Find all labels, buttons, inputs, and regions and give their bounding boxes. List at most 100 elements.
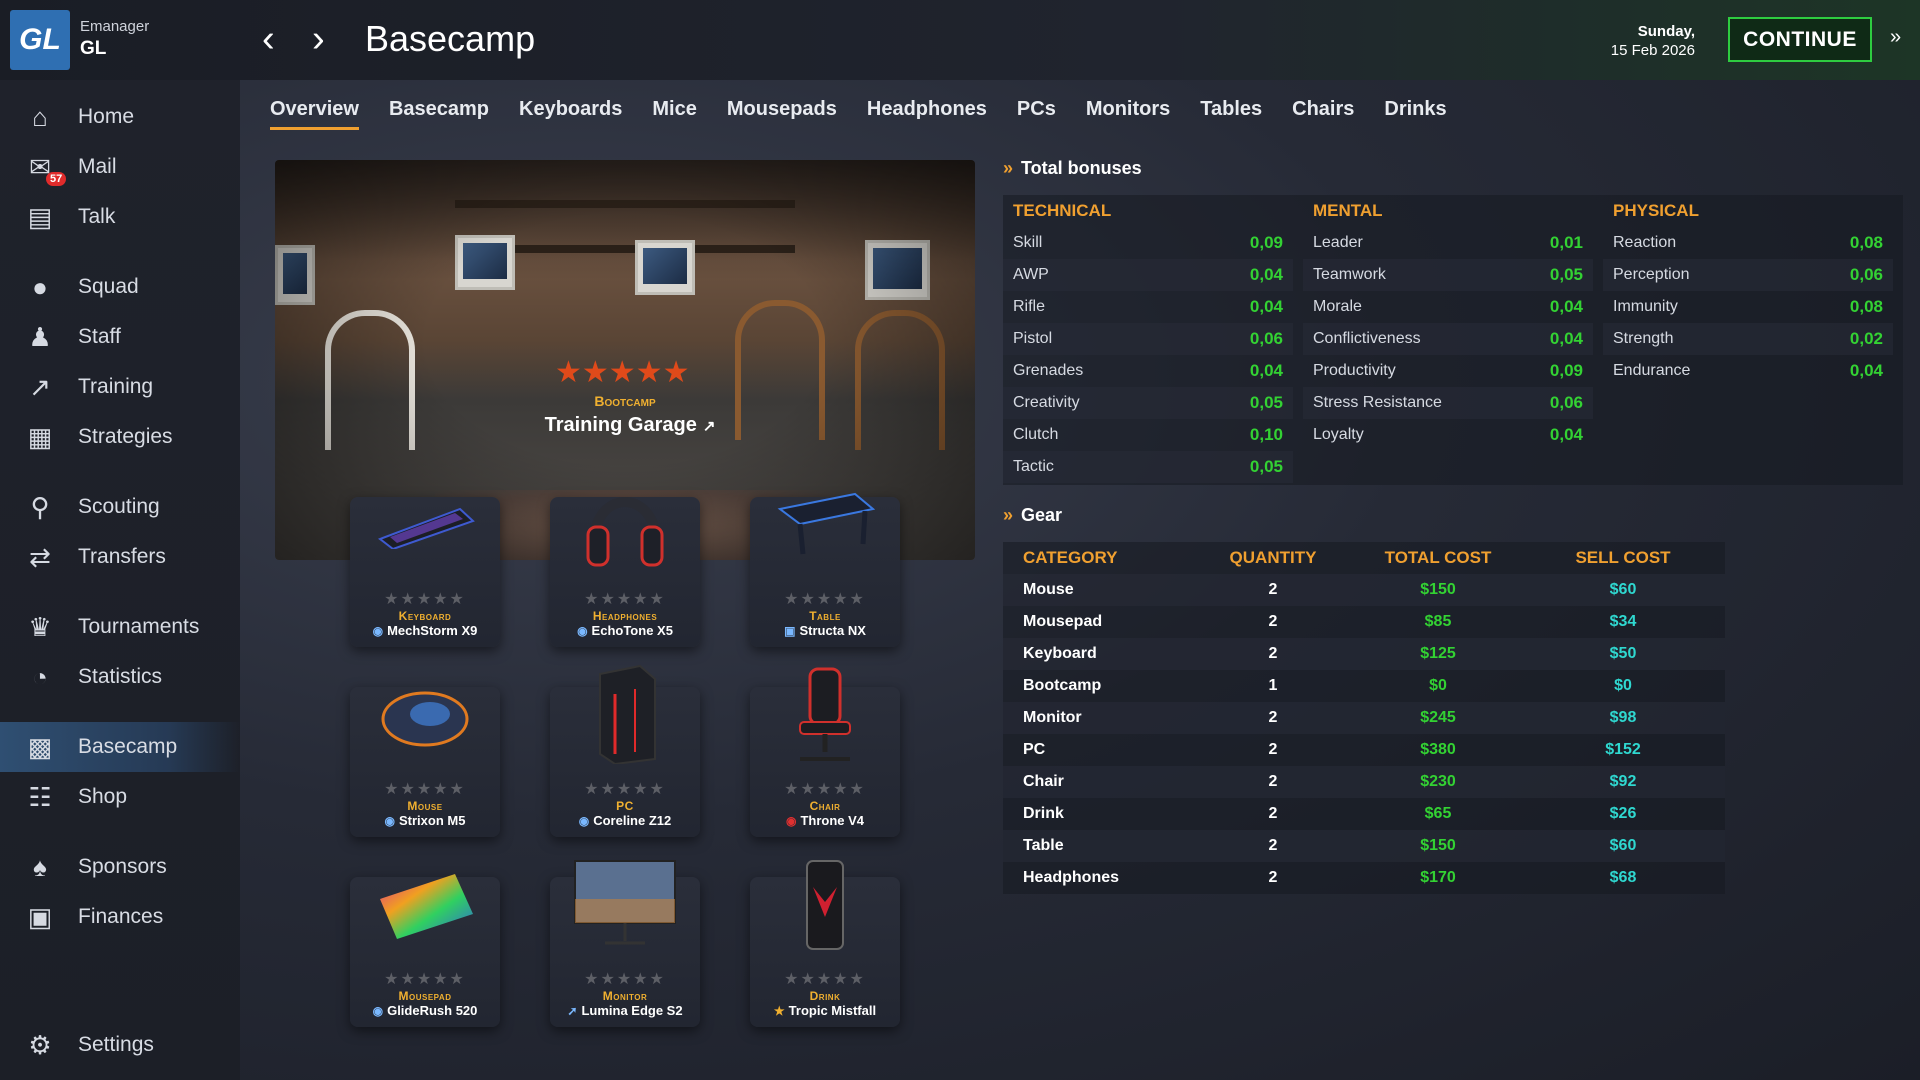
- bonus-value: 0,09: [1249, 233, 1283, 252]
- sidebar-item-settings[interactable]: ⚙ Settings: [0, 1020, 240, 1070]
- brand-icon: ◉: [384, 814, 395, 828]
- bonus-value: 0,04: [1549, 297, 1583, 316]
- total-cost-cell: $0: [1429, 677, 1447, 694]
- chevron-right-icon: »: [1003, 505, 1014, 525]
- sidebar-item-training[interactable]: ↗ Training: [0, 362, 240, 412]
- bonus-row: Leader 0,01: [1303, 227, 1593, 259]
- continue-button[interactable]: CONTINUE: [1728, 17, 1872, 62]
- briefcase-icon: ▣: [27, 901, 53, 932]
- gear-card-monitor[interactable]: ★★★★★ Monitor ➚ Lumina Edge S2: [550, 860, 700, 1027]
- tab-pcs[interactable]: PCs: [1017, 98, 1056, 130]
- tab-monitors[interactable]: Monitors: [1086, 98, 1170, 130]
- tab-tables[interactable]: Tables: [1200, 98, 1262, 130]
- header-sell-cost[interactable]: SELL COST: [1523, 548, 1723, 568]
- gear-card-chair[interactable]: ★★★★★ Chair ◉ Throne V4: [750, 667, 900, 837]
- bonus-row: Reaction 0,08: [1603, 227, 1893, 259]
- card-type: Keyboard: [398, 609, 452, 623]
- brand-icon: ★: [773, 1004, 785, 1018]
- gear-icon: ⚙: [28, 1029, 52, 1060]
- keyboard-icon: [370, 479, 480, 569]
- header-category[interactable]: CATEGORY: [1003, 548, 1193, 568]
- gear-card-mousepad[interactable]: ★★★★★ Mousepad ◉ GlideRush 520: [350, 874, 500, 1027]
- sidebar-item-home[interactable]: ⌂ Home: [0, 92, 240, 142]
- tab-drinks[interactable]: Drinks: [1384, 98, 1446, 130]
- sidebar-label: Statistics: [78, 665, 163, 688]
- bonus-value: 0,04: [1549, 425, 1583, 444]
- table-row[interactable]: Table 2 $150 $60: [1003, 830, 1725, 862]
- column-heading: PHYSICAL: [1613, 201, 1699, 220]
- bonus-attribute: Stress Resistance: [1313, 394, 1442, 411]
- bonus-value: 0,10: [1249, 425, 1283, 444]
- card-stars: ★★★★★: [584, 591, 666, 608]
- tab-overview[interactable]: Overview: [270, 98, 359, 130]
- card-name: ◉ EchoTone X5: [550, 623, 700, 638]
- sidebar-item-statistics[interactable]: ◔ Statistics: [0, 652, 240, 702]
- tab-headphones[interactable]: Headphones: [867, 98, 987, 130]
- table-row[interactable]: Bootcamp 1 $0 $0: [1003, 670, 1725, 702]
- total-cost-cell: $150: [1420, 837, 1456, 854]
- tab-mousepads[interactable]: Mousepads: [727, 98, 837, 130]
- external-link-icon[interactable]: ↗: [703, 418, 716, 435]
- sidebar-item-squad[interactable]: ● Squad: [0, 262, 240, 312]
- forward-arrow-icon[interactable]: ›: [312, 18, 325, 60]
- category-cell: Bootcamp: [1023, 677, 1102, 694]
- sidebar-item-finances[interactable]: ▣ Finances: [0, 892, 240, 942]
- bonus-attribute: Immunity: [1613, 298, 1678, 315]
- table-row[interactable]: Headphones 2 $170 $68: [1003, 862, 1725, 894]
- sidebar-item-shop[interactable]: ☷ Shop: [0, 772, 240, 822]
- table-row[interactable]: Keyboard 2 $125 $50: [1003, 638, 1725, 670]
- sidebar-item-tournaments[interactable]: ♛ Tournaments: [0, 602, 240, 652]
- table-row[interactable]: Chair 2 $230 $92: [1003, 766, 1725, 798]
- gear-card-pc[interactable]: ★★★★★ PC ◉ Coreline Z12: [550, 664, 700, 837]
- card-name: ➚ Lumina Edge S2: [550, 1003, 700, 1018]
- table-row[interactable]: Mousepad 2 $85 $34: [1003, 606, 1725, 638]
- gear-card-table[interactable]: ★★★★★ Table ▣ Structa NX: [750, 492, 900, 647]
- header-total-cost[interactable]: TOTAL COST: [1353, 548, 1523, 568]
- tab-mice[interactable]: Mice: [652, 98, 696, 130]
- card-name-label: Strixon M5: [399, 813, 466, 828]
- gear-card-headphones[interactable]: ★★★★★ Headphones ◉ EchoTone X5: [550, 496, 700, 647]
- table-row[interactable]: Drink 2 $65 $26: [1003, 798, 1725, 830]
- bonus-row: Morale 0,04: [1303, 291, 1593, 323]
- tab-basecamp[interactable]: Basecamp: [389, 98, 489, 130]
- quantity-cell: 2: [1268, 581, 1278, 598]
- bonus-row: Strength 0,02: [1603, 323, 1893, 355]
- manager-name: Emanager: [80, 18, 150, 35]
- sidebar-label: Shop: [78, 785, 128, 808]
- gear-card-drink[interactable]: ★★★★★ Drink ★ Tropic Mistfall: [750, 859, 900, 1027]
- tab-chairs[interactable]: Chairs: [1292, 98, 1354, 130]
- total-cost-cell: $85: [1424, 613, 1452, 630]
- card-name: ◉ MechStorm X9: [350, 623, 500, 638]
- back-arrow-icon[interactable]: ‹: [262, 18, 275, 60]
- sidebar-item-sponsors[interactable]: ♠ Sponsors: [0, 842, 240, 892]
- pc-icon: [570, 664, 680, 764]
- sidebar-item-mail[interactable]: ✉ 57 Mail: [0, 142, 240, 192]
- total-cost-cell: $125: [1420, 645, 1456, 662]
- sidebar-item-strategies[interactable]: ▦ Strategies: [0, 412, 240, 462]
- sidebar-item-basecamp[interactable]: ▩ Basecamp: [0, 722, 240, 772]
- sidebar-item-talk[interactable]: ▤ Talk: [0, 192, 240, 242]
- table-row[interactable]: Monitor 2 $245 $98: [1003, 702, 1725, 734]
- gear-table: CATEGORY QUANTITY TOTAL COST SELL COST M…: [1003, 542, 1725, 894]
- gear-card-keyboard[interactable]: ★★★★★ Keyboard ◉ MechStorm X9: [350, 497, 500, 647]
- card-type: Mousepad: [398, 989, 452, 1003]
- sell-cost-cell: $0: [1614, 677, 1632, 694]
- mental-rows: Leader 0,01 Teamwork 0,05 Morale 0,04 Conflict…: [1303, 227, 1593, 451]
- bonus-row: Endurance 0,04: [1603, 355, 1893, 387]
- sidebar-item-transfers[interactable]: ⇄ Transfers: [0, 532, 240, 582]
- tab-keyboards[interactable]: Keyboards: [519, 98, 622, 130]
- header-quantity[interactable]: QUANTITY: [1193, 548, 1353, 568]
- bonus-attribute: Loyalty: [1313, 426, 1364, 443]
- quantity-cell: 2: [1268, 869, 1278, 886]
- table-row[interactable]: PC 2 $380 $152: [1003, 734, 1725, 766]
- sidebar-item-scouting[interactable]: ⚲ Scouting: [0, 482, 240, 532]
- team-logo-icon[interactable]: GL: [10, 10, 70, 70]
- gear-card-mouse[interactable]: ★★★★★ Mouse ◉ Strixon M5: [350, 687, 500, 837]
- fast-forward-icon[interactable]: »: [1890, 26, 1901, 49]
- bootcamp-name[interactable]: Training Garage ↗: [530, 414, 730, 437]
- bonus-attribute: Endurance: [1613, 362, 1691, 379]
- table-row[interactable]: Mouse 2 $150 $60: [1003, 574, 1725, 606]
- mousepad-icon: [370, 859, 480, 949]
- sidebar-label: Finances: [78, 905, 164, 928]
- sidebar-item-staff[interactable]: ♟ Staff: [0, 312, 240, 362]
